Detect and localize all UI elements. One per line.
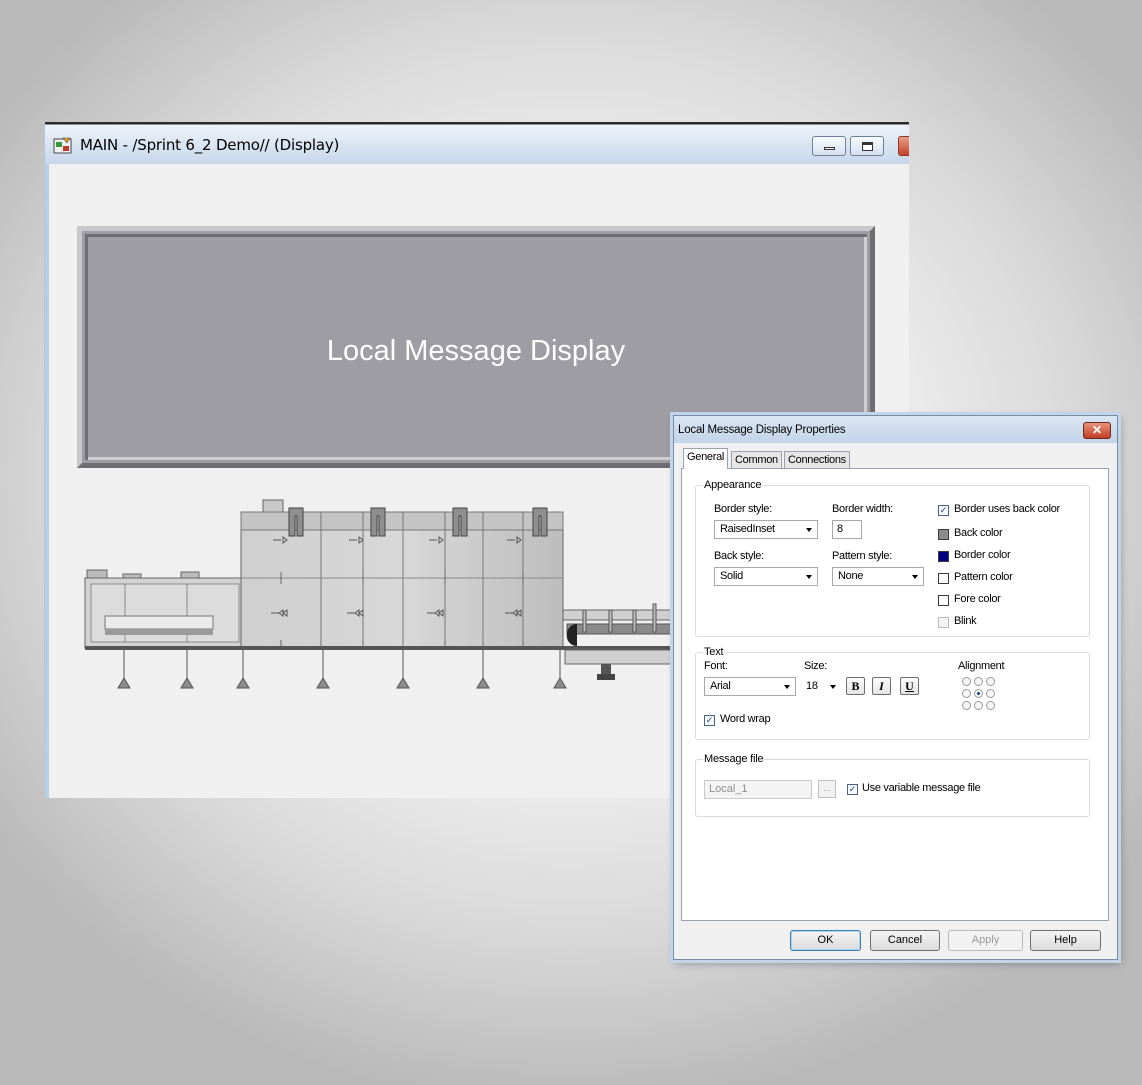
border-style-label: Border style:: [714, 503, 772, 515]
tab-connections[interactable]: Connections: [784, 451, 850, 468]
italic-button[interactable]: I: [872, 677, 891, 695]
align-middle-right-radio[interactable]: [986, 689, 995, 698]
properties-dialog: Local Message Display Properties ✕ Gener…: [673, 415, 1118, 960]
help-button[interactable]: Help: [1030, 930, 1101, 951]
maximize-icon: [862, 142, 873, 151]
chevron-down-icon: [912, 575, 918, 579]
dialog-close-button[interactable]: ✕: [1083, 422, 1111, 439]
maximize-button[interactable]: [850, 136, 884, 156]
pattern-color-swatch[interactable]: [938, 573, 949, 584]
display-app-icon: [53, 137, 72, 154]
chevron-down-icon: [830, 685, 836, 689]
fore-color-label: Fore color: [954, 593, 1001, 605]
border-width-label: Border width:: [832, 503, 893, 515]
size-label: Size:: [804, 660, 827, 672]
border-style-value: RaisedInset: [720, 523, 775, 535]
appearance-group: Appearance Border style: RaisedInset Bor…: [695, 479, 1090, 637]
tab-general[interactable]: General: [683, 448, 729, 469]
underline-button[interactable]: U: [900, 677, 919, 695]
message-file-group: Message file Local_1 ... ✓ Use variable …: [695, 753, 1090, 817]
chevron-down-icon: [806, 528, 812, 532]
close-button[interactable]: [898, 136, 909, 156]
minimize-icon: [824, 147, 835, 150]
blink-checkbox[interactable]: [938, 617, 949, 628]
oven-body: [240, 499, 564, 649]
font-value: Arial: [710, 680, 731, 692]
text-format-buttons: B I U: [846, 677, 926, 695]
alignment-label: Alignment: [958, 660, 1005, 672]
fore-color-swatch[interactable]: [938, 595, 949, 606]
chevron-down-icon: [806, 575, 812, 579]
pattern-style-select[interactable]: None: [832, 567, 924, 586]
back-color-label: Back color: [954, 527, 1003, 539]
alignment-grid: [962, 677, 1002, 717]
dialog-titlebar[interactable]: Local Message Display Properties ✕: [674, 416, 1117, 443]
size-value: 18: [806, 680, 818, 692]
use-variable-message-file-label: Use variable message file: [862, 782, 981, 794]
pattern-color-label: Pattern color: [954, 571, 1013, 583]
apply-button[interactable]: Apply: [948, 930, 1023, 951]
tab-common[interactable]: Common: [731, 451, 782, 468]
size-select[interactable]: 18: [800, 677, 842, 696]
dialog-title: Local Message Display Properties: [678, 424, 846, 436]
border-width-input[interactable]: 8: [832, 520, 862, 539]
align-middle-left-radio[interactable]: [962, 689, 971, 698]
entry-section: [84, 569, 244, 649]
font-label: Font:: [704, 660, 728, 672]
align-middle-center-radio[interactable]: [974, 689, 983, 698]
border-uses-back-color-label: Border uses back color: [954, 503, 1060, 515]
use-variable-message-file-checkbox[interactable]: ✓: [847, 784, 858, 795]
appearance-group-label: Appearance: [703, 479, 763, 491]
word-wrap-label: Word wrap: [720, 713, 771, 725]
back-style-value: Solid: [720, 570, 743, 582]
general-tab-panel: Appearance Border style: RaisedInset Bor…: [681, 468, 1109, 921]
blink-label: Blink: [954, 615, 977, 627]
message-file-group-label: Message file: [703, 753, 765, 765]
border-color-swatch[interactable]: [938, 551, 949, 562]
border-color-label: Border color: [954, 549, 1011, 561]
cancel-button[interactable]: Cancel: [870, 930, 940, 951]
message-file-input[interactable]: Local_1: [704, 780, 812, 799]
align-bottom-center-radio[interactable]: [974, 701, 983, 710]
align-top-left-radio[interactable]: [962, 677, 971, 686]
pattern-style-value: None: [838, 570, 864, 582]
back-style-label: Back style:: [714, 550, 764, 562]
minimize-button[interactable]: [812, 136, 846, 156]
local-message-display-text: Local Message Display: [326, 335, 626, 367]
main-window-titlebar[interactable]: MAIN - /Sprint 6_2 Demo// (Display): [45, 122, 909, 164]
text-group: Text Font: Arial Size: 18 B I U Alignmen…: [695, 646, 1090, 740]
border-uses-back-color-checkbox[interactable]: ✓: [938, 505, 949, 516]
bold-button[interactable]: B: [846, 677, 865, 695]
font-select[interactable]: Arial: [704, 677, 796, 696]
pattern-style-label: Pattern style:: [832, 550, 892, 562]
window-border: [45, 164, 49, 798]
ok-button[interactable]: OK: [790, 930, 861, 951]
chevron-down-icon: [784, 685, 790, 689]
align-bottom-right-radio[interactable]: [986, 701, 995, 710]
align-top-right-radio[interactable]: [986, 677, 995, 686]
align-top-center-radio[interactable]: [974, 677, 983, 686]
word-wrap-checkbox[interactable]: ✓: [704, 715, 715, 726]
text-group-label: Text: [703, 646, 725, 658]
support-legs: [117, 650, 567, 689]
border-style-select[interactable]: RaisedInset: [714, 520, 818, 539]
align-bottom-left-radio[interactable]: [962, 701, 971, 710]
back-color-swatch[interactable]: [938, 529, 949, 540]
main-window-title: MAIN - /Sprint 6_2 Demo// (Display): [80, 136, 340, 154]
browse-message-file-button[interactable]: ...: [818, 780, 836, 798]
back-style-select[interactable]: Solid: [714, 567, 818, 586]
